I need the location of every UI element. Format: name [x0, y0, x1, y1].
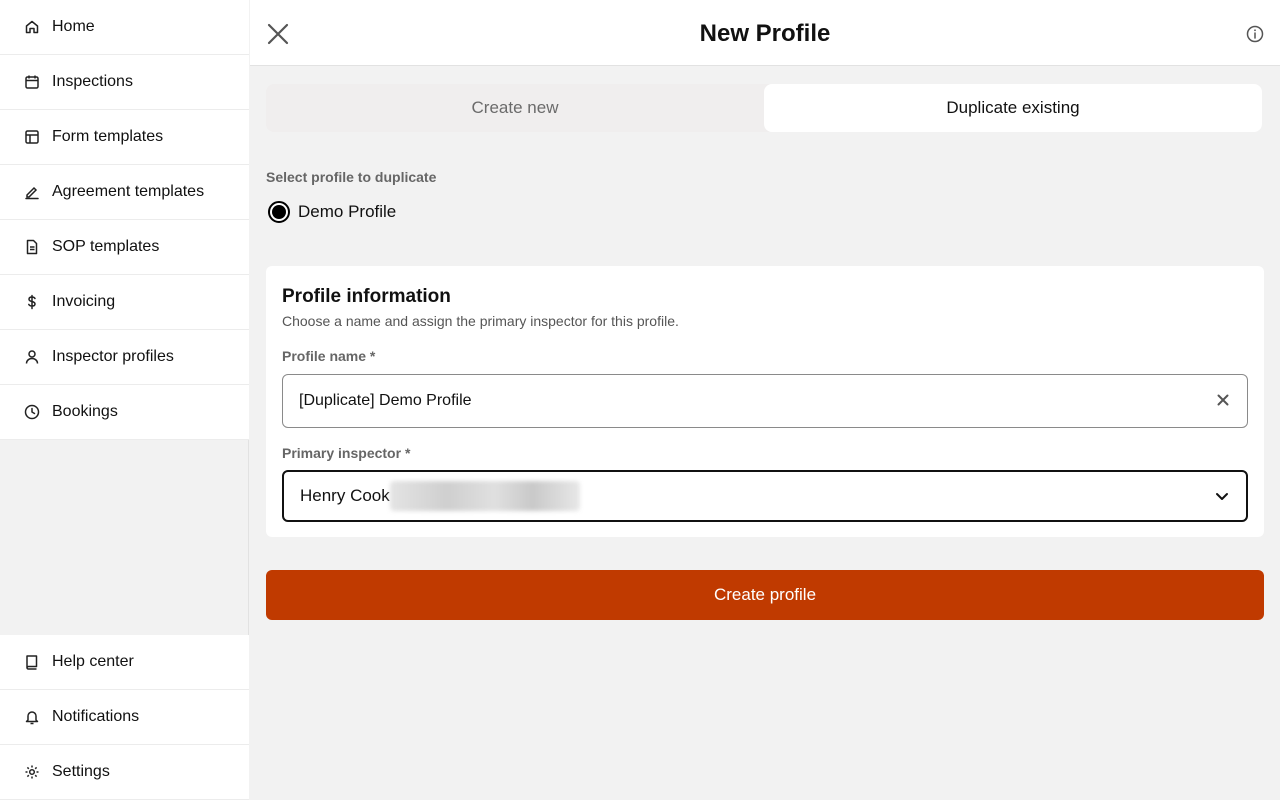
gear-icon	[24, 764, 40, 780]
dollar-icon	[24, 294, 40, 310]
profile-name-label: Profile name *	[282, 348, 376, 364]
sidebar-item-label: Settings	[52, 763, 110, 780]
bell-icon	[24, 709, 40, 725]
user-icon	[24, 349, 40, 365]
sidebar-item-label: Help center	[52, 653, 134, 670]
sidebar-item-label: Bookings	[52, 403, 118, 420]
section-title: Profile information	[282, 286, 451, 307]
sidebar-item-help-center[interactable]: Help center	[0, 635, 249, 690]
redacted-email	[389, 481, 580, 511]
sidebar-item-bookings[interactable]: Bookings	[0, 385, 249, 440]
profile-information-card: Profile information Choose a name and as…	[266, 266, 1264, 537]
sidebar-item-label: Form templates	[52, 128, 164, 145]
profile-name-value: [Duplicate] Demo Profile	[299, 392, 472, 409]
sidebar-item-home[interactable]: Home	[0, 0, 249, 55]
info-button[interactable]	[1246, 25, 1264, 43]
tab-create-new[interactable]: Create new	[266, 84, 764, 132]
sidebar-item-invoicing[interactable]: Invoicing	[0, 275, 249, 330]
main-panel: New Profile Create new Duplicate existin…	[250, 0, 1280, 800]
sidebar-item-label: Agreement templates	[52, 183, 205, 200]
sidebar-nav-bottom: Help center Notifications Settings	[0, 635, 249, 800]
duplicate-select-label: Select profile to duplicate	[266, 169, 437, 185]
sidebar-item-label: Inspector profiles	[52, 348, 174, 365]
primary-inspector-select[interactable]: Henry Cook	[282, 470, 1248, 522]
section-subtitle: Choose a name and assign the primary ins…	[282, 313, 679, 329]
profile-name-input[interactable]: [Duplicate] Demo Profile	[282, 374, 1248, 428]
sidebar-item-sop-templates[interactable]: SOP templates	[0, 220, 249, 275]
primary-inspector-value: Henry Cook	[300, 486, 390, 505]
book-icon	[24, 654, 40, 670]
sidebar-item-inspector-profiles[interactable]: Inspector profiles	[0, 330, 249, 385]
chevron-down-icon	[1214, 488, 1230, 504]
radio-selected-dot	[272, 205, 286, 219]
sidebar-item-settings[interactable]: Settings	[0, 745, 249, 800]
clock-icon	[24, 404, 40, 420]
radio-button[interactable]	[268, 201, 290, 223]
radio-label: Demo Profile	[298, 202, 397, 221]
sidebar-item-label: Notifications	[52, 708, 140, 725]
sidebar-item-label: Invoicing	[52, 293, 116, 310]
calendar-icon	[24, 74, 40, 90]
document-icon	[24, 239, 40, 255]
primary-inspector-label: Primary inspector *	[282, 445, 411, 461]
sidebar-item-label: SOP templates	[52, 238, 160, 255]
mode-tabs: Create new Duplicate existing	[266, 84, 1262, 132]
sidebar: Home Inspections Form templates Agreemen…	[0, 0, 249, 800]
page-title: New Profile	[699, 20, 831, 47]
signature-icon	[24, 184, 40, 200]
sidebar-item-form-templates[interactable]: Form templates	[0, 110, 249, 165]
tab-duplicate-existing[interactable]: Duplicate existing	[764, 84, 1262, 132]
create-profile-button[interactable]: Create profile	[266, 570, 1264, 620]
layout-icon	[24, 129, 40, 145]
profile-radio-option[interactable]: Demo Profile	[268, 201, 396, 223]
home-icon	[24, 19, 40, 35]
sidebar-item-label: Inspections	[52, 73, 133, 90]
clear-icon[interactable]	[1217, 394, 1231, 408]
sidebar-item-notifications[interactable]: Notifications	[0, 690, 249, 745]
sidebar-item-label: Home	[52, 18, 95, 35]
sidebar-nav-top: Home Inspections Form templates Agreemen…	[0, 0, 249, 440]
sidebar-item-agreement-templates[interactable]: Agreement templates	[0, 165, 249, 220]
info-icon	[1246, 25, 1264, 43]
page-header: New Profile	[250, 0, 1280, 66]
sidebar-item-inspections[interactable]: Inspections	[0, 55, 249, 110]
